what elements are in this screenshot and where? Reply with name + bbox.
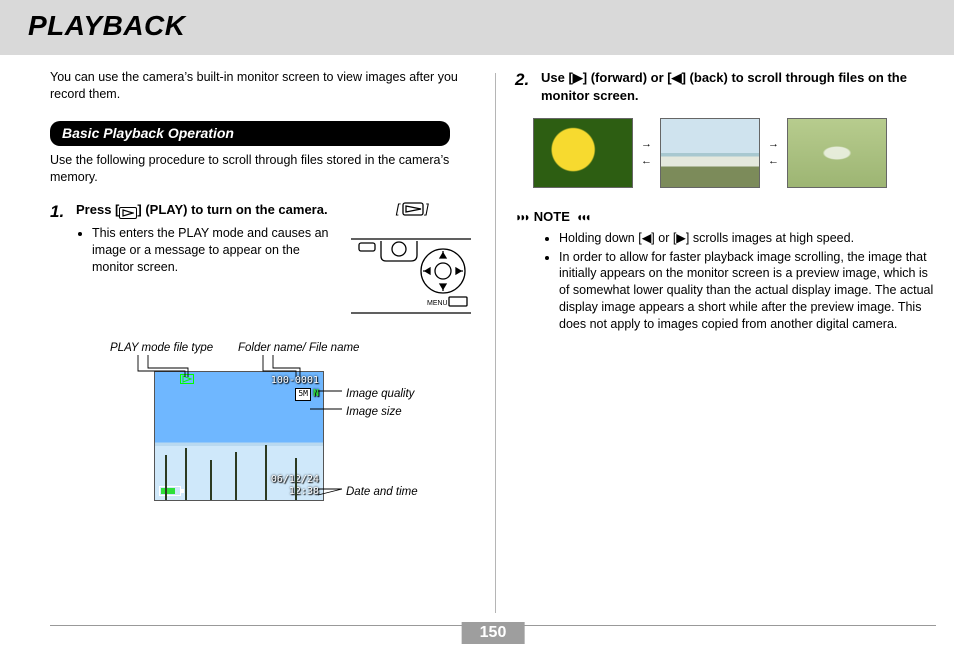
note-item: In order to allow for faster playback im…: [559, 249, 936, 333]
step-2-number: 2.: [515, 69, 535, 104]
step-1-text-b: ] (PLAY) to turn on the camera.: [137, 202, 327, 217]
step-1: 1. Press [ ] (PLAY) to turn on the camera…: [50, 201, 337, 276]
section-description: Use the following procedure to scroll th…: [50, 152, 471, 186]
note-label: NOTE: [534, 208, 570, 226]
step-1-number: 1.: [50, 201, 70, 276]
right-column: 2. Use [▶] (forward) or [◀] (back) to sc…: [515, 69, 936, 551]
annotated-screenshot: PLAY mode file type Folder name/ File na…: [78, 341, 471, 551]
step-1-body: Press [ ] (PLAY) to turn on the camera. T…: [76, 201, 337, 276]
step-1-row: 1. Press [ ] (PLAY) to turn on the camera…: [50, 201, 471, 321]
play-icon: [119, 207, 137, 219]
svg-text:]: ]: [423, 201, 429, 216]
camera-diagram: [ ]: [351, 201, 471, 321]
arrow-left-icon: ←: [768, 156, 779, 167]
step-1-bullet: This enters the PLAY mode and causes an …: [92, 225, 337, 276]
note-heading: ◗◗◗ NOTE ◖◖◖: [515, 208, 936, 226]
manual-page: PLAYBACK You can use the camera’s built-…: [0, 0, 954, 646]
page-footer: 150: [50, 625, 936, 626]
sample-image-flower: [533, 118, 633, 188]
section-heading: Basic Playback Operation: [50, 121, 450, 146]
note-ornament-left-icon: ◗◗◗: [515, 209, 528, 225]
arrow-right-icon: →: [768, 139, 779, 150]
arrow-group-2: → ←: [768, 139, 779, 167]
arrow-group-1: → ←: [641, 139, 652, 167]
column-divider: [495, 73, 496, 613]
arrow-left-icon: ←: [641, 156, 652, 167]
title-bar: PLAYBACK: [0, 0, 954, 55]
step-2-text: Use [▶] (forward) or [◀] (back) to scrol…: [541, 69, 936, 104]
note-item: Holding down [◀] or [▶] scrolls images a…: [559, 230, 936, 247]
svg-text:[: [: [395, 201, 401, 216]
note-ornament-right-icon: ◖◖◖: [576, 209, 589, 225]
content-area: You can use the camera’s built-in monito…: [0, 55, 954, 551]
page-number: 150: [462, 622, 525, 644]
arrow-right-icon: →: [641, 139, 652, 150]
annotation-lines: [78, 341, 478, 551]
intro-text: You can use the camera’s built-in monito…: [50, 69, 471, 103]
sample-image-dragonfly: [787, 118, 887, 188]
step-1-sub: This enters the PLAY mode and causes an …: [76, 225, 337, 276]
svg-text:MENU: MENU: [427, 300, 448, 307]
left-column: You can use the camera’s built-in monito…: [50, 69, 471, 551]
scroll-figures: → ← → ←: [533, 118, 936, 188]
note-list: Holding down [◀] or [▶] scrolls images a…: [545, 230, 936, 333]
sample-image-mountain: [660, 118, 760, 188]
step-1-text-a: Press [: [76, 202, 119, 217]
page-title: PLAYBACK: [28, 10, 954, 42]
step-2: 2. Use [▶] (forward) or [◀] (back) to sc…: [515, 69, 936, 104]
